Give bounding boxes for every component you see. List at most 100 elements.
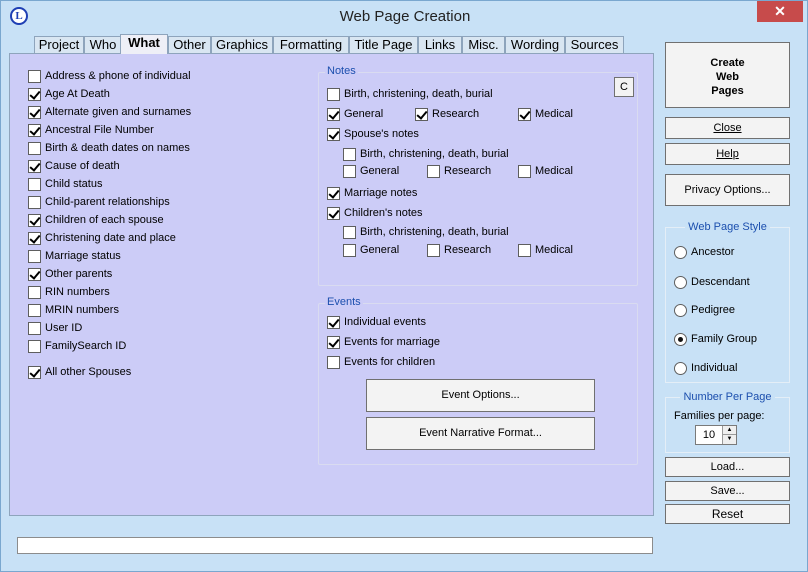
checkbox[interactable] [28,365,41,379]
checkbox[interactable] [28,303,41,317]
checkbox[interactable] [518,164,531,178]
reset-button[interactable]: Reset [665,504,790,524]
spin-down-icon[interactable]: ▼ [722,435,736,444]
create-web-pages-button[interactable]: Create Web Pages [665,42,790,108]
checkbox[interactable] [28,123,41,137]
checkbox[interactable] [343,147,356,161]
tab-other[interactable]: Other [168,36,211,54]
checkbox[interactable] [28,267,41,281]
notes-c-button[interactable]: C [614,77,634,97]
checkbox[interactable] [327,206,340,220]
close-button[interactable]: Close [665,117,790,139]
spouse-general-option[interactable]: General [343,163,399,179]
tab-what[interactable]: What [120,34,168,54]
event-options-button[interactable]: Event Options... [366,379,595,412]
radio-button[interactable] [674,361,687,375]
style-pedigree[interactable]: Pedigree [674,302,735,318]
tab-title-page[interactable]: Title Page [349,36,418,54]
option-mrin-numbers[interactable]: MRIN numbers [28,302,119,318]
marriage-events-option[interactable]: Events for marriage [327,334,440,350]
tab-graphics[interactable]: Graphics [211,36,273,54]
option-cause-of-death[interactable]: Cause of death [28,158,120,174]
checkbox[interactable] [28,285,41,299]
option-age-at-death[interactable]: Age At Death [28,86,110,102]
option-ancestral-file-number[interactable]: Ancestral File Number [28,122,154,138]
tab-sources[interactable]: Sources [565,36,624,54]
save-button[interactable]: Save... [665,481,790,501]
tab-who[interactable]: Who [84,36,122,54]
checkbox[interactable] [28,249,41,263]
option-address-phone[interactable]: Address & phone of individual [28,68,191,84]
tab-wording[interactable]: Wording [505,36,565,54]
privacy-options-button[interactable]: Privacy Options... [665,174,790,206]
option-user-id[interactable]: User ID [28,320,82,336]
radio-button[interactable] [674,245,687,259]
checkbox[interactable] [327,186,340,200]
notes-general-option[interactable]: General [327,106,383,122]
notes-medical-option[interactable]: Medical [518,106,573,122]
checkbox[interactable] [28,69,41,83]
spouse-birth-option[interactable]: Birth, christening, death, burial [343,146,509,162]
window-close-button[interactable]: ✕ [757,1,803,22]
style-descendant[interactable]: Descendant [674,274,750,290]
checkbox[interactable] [327,127,340,141]
checkbox[interactable] [28,177,41,191]
marriage-notes-option[interactable]: Marriage notes [327,185,417,201]
event-narrative-format-button[interactable]: Event Narrative Format... [366,417,595,450]
individual-events-option[interactable]: Individual events [327,314,426,330]
option-rin-numbers[interactable]: RIN numbers [28,284,110,300]
checkbox[interactable] [28,231,41,245]
checkbox[interactable] [28,87,41,101]
checkbox[interactable] [28,195,41,209]
style-individual[interactable]: Individual [674,360,737,376]
option-other-parents[interactable]: Other parents [28,266,112,282]
children-research-option[interactable]: Research [427,242,491,258]
option-birth-death-dates[interactable]: Birth & death dates on names [28,140,190,156]
checkbox[interactable] [343,164,356,178]
checkbox[interactable] [427,164,440,178]
checkbox[interactable] [28,321,41,335]
checkbox[interactable] [327,87,340,101]
children-birth-option[interactable]: Birth, christening, death, burial [343,224,509,240]
option-familysearch-id[interactable]: FamilySearch ID [28,338,126,354]
checkbox[interactable] [28,141,41,155]
checkbox[interactable] [28,159,41,173]
checkbox[interactable] [28,105,41,119]
load-button[interactable]: Load... [665,457,790,477]
spouse-medical-option[interactable]: Medical [518,163,573,179]
checkbox[interactable] [28,213,41,227]
option-alternate-names[interactable]: Alternate given and surnames [28,104,191,120]
checkbox[interactable] [327,355,340,369]
children-notes-option[interactable]: Children's notes [327,205,423,221]
spin-up-icon[interactable]: ▲ [722,426,736,435]
style-ancestor[interactable]: Ancestor [674,244,734,260]
checkbox[interactable] [518,107,531,121]
spouse-research-option[interactable]: Research [427,163,491,179]
children-medical-option[interactable]: Medical [518,242,573,258]
option-marriage-status[interactable]: Marriage status [28,248,121,264]
option-christening-date-place[interactable]: Christening date and place [28,230,176,246]
radio-button[interactable] [674,332,687,346]
option-child-parent-relationships[interactable]: Child-parent relationships [28,194,170,210]
option-all-other-spouses[interactable]: All other Spouses [28,364,131,380]
families-per-page-value[interactable]: 10 [696,426,722,444]
families-per-page-spinner[interactable]: 10 ▲ ▼ [695,425,737,445]
checkbox[interactable] [415,107,428,121]
checkbox[interactable] [28,339,41,353]
children-events-option[interactable]: Events for children [327,354,435,370]
checkbox[interactable] [327,335,340,349]
style-family-group[interactable]: Family Group [674,331,757,347]
notes-research-option[interactable]: Research [415,106,479,122]
radio-button[interactable] [674,303,687,317]
help-button[interactable]: Help [665,143,790,165]
children-general-option[interactable]: General [343,242,399,258]
tab-project[interactable]: Project [34,36,84,54]
checkbox[interactable] [327,315,340,329]
option-children-of-each-spouse[interactable]: Children of each spouse [28,212,164,228]
radio-button[interactable] [674,275,687,289]
spouse-notes-option[interactable]: Spouse's notes [327,126,419,142]
tab-formatting[interactable]: Formatting [273,36,349,54]
checkbox[interactable] [518,243,531,257]
option-child-status[interactable]: Child status [28,176,102,192]
notes-birth-option[interactable]: Birth, christening, death, burial [327,86,493,102]
